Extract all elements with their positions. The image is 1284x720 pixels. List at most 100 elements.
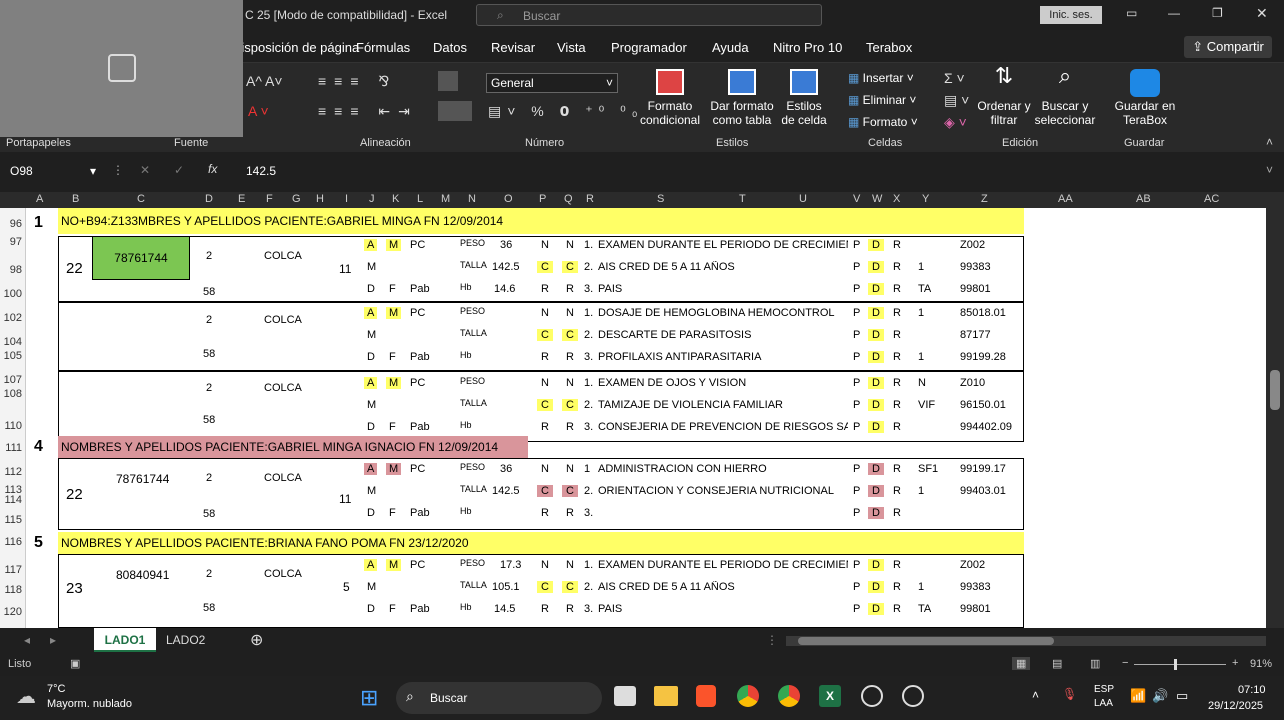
col-w[interactable]: D <box>868 351 884 363</box>
col-ac[interactable]: AC <box>1204 193 1219 205</box>
label-amd[interactable]: D <box>364 421 378 433</box>
col-x[interactable]: R <box>893 485 901 497</box>
sort-filter-button[interactable]: ⇅ Ordenar y filtrar <box>976 65 1032 128</box>
hb-value[interactable]: 14.6 <box>494 283 515 295</box>
col-z[interactable]: 85018.01 <box>960 307 1006 319</box>
col-z[interactable]: 99383 <box>960 581 991 593</box>
col-h[interactable]: H <box>316 193 324 205</box>
col-v[interactable]: P <box>853 399 860 411</box>
sheet-tab-lado2[interactable]: LADO2 <box>166 633 205 647</box>
insert-button[interactable]: ▦ Insertar ˅ <box>848 67 918 89</box>
col-v[interactable]: P <box>853 485 860 497</box>
normal-view-icon[interactable]: ▦ <box>1012 657 1031 670</box>
status-n[interactable]: N <box>562 239 578 251</box>
label-mf[interactable]: M <box>386 307 402 319</box>
wifi-icon[interactable]: 📶 <box>1130 688 1146 704</box>
col-r[interactable]: R <box>586 193 594 205</box>
item-description[interactable]: CONSEJERIA DE PREVENCION DE RIESGOS SALU… <box>598 421 848 433</box>
tab-nitro[interactable]: Nitro Pro 10 <box>773 40 842 55</box>
status-n[interactable]: C <box>537 581 553 593</box>
label-mf[interactable]: F <box>386 283 399 295</box>
item-number[interactable]: 3. <box>584 507 593 519</box>
col-o[interactable]: O <box>504 193 513 205</box>
col-v[interactable]: P <box>853 603 860 615</box>
status-n[interactable]: C <box>562 485 578 497</box>
task-view-icon[interactable] <box>614 686 636 706</box>
vertical-scrollbar[interactable] <box>1266 208 1284 628</box>
status-n[interactable]: R <box>537 603 553 615</box>
col-j[interactable]: J <box>369 193 375 205</box>
item-description[interactable]: EXAMEN DURANTE EL PERIODO DE CRECIMIENTO <box>598 239 848 251</box>
tab-datos[interactable]: Datos <box>433 40 467 55</box>
tab-programador[interactable]: Programador <box>611 40 687 55</box>
align-top-icons[interactable]: ≡≡≡ ⅋ <box>318 73 397 90</box>
col-z[interactable]: 99403.01 <box>960 485 1006 497</box>
place[interactable]: COLCA <box>264 472 302 484</box>
tab-terabox[interactable]: Terabox <box>866 40 912 55</box>
lang-2[interactable]: LAA <box>1094 698 1113 709</box>
status-n[interactable]: R <box>537 351 553 363</box>
col-x[interactable]: R <box>893 307 901 319</box>
status-n[interactable]: N <box>537 239 553 251</box>
col-x[interactable]: R <box>893 421 901 433</box>
col-y[interactable]: 1 <box>918 307 924 319</box>
col-w[interactable]: D <box>868 239 884 251</box>
status-n[interactable]: N <box>562 559 578 571</box>
col-v[interactable]: P <box>853 351 860 363</box>
label-amd[interactable]: A <box>364 463 378 475</box>
status-n[interactable]: N <box>537 307 553 319</box>
status-n[interactable]: C <box>562 329 578 341</box>
tab-ayuda[interactable]: Ayuda <box>712 40 749 55</box>
row-number[interactable]: 110 <box>0 420 22 432</box>
label-pc[interactable]: Pab <box>410 603 430 615</box>
item-number[interactable]: 1. <box>584 307 593 319</box>
code-58[interactable]: 58 <box>203 286 215 298</box>
col-w[interactable]: D <box>868 307 884 319</box>
label-amd[interactable]: D <box>364 603 378 615</box>
row-number[interactable]: 116 <box>0 536 22 548</box>
zoom-out-icon[interactable]: − <box>1122 657 1128 669</box>
col-x[interactable]: R <box>893 581 901 593</box>
col-c[interactable]: C <box>137 193 145 205</box>
status-n[interactable]: R <box>537 283 553 295</box>
peso-value[interactable]: 36 <box>500 239 512 251</box>
status-n[interactable]: C <box>562 399 578 411</box>
delete-button[interactable]: ▦ Eliminar ˅ <box>848 89 918 111</box>
label-amd[interactable]: M <box>364 399 379 411</box>
hscroll-thumb[interactable] <box>798 637 1054 645</box>
tab-disposicion[interactable]: Disposición de página <box>232 40 359 55</box>
col-v[interactable]: P <box>853 261 860 273</box>
label-pc[interactable]: Pab <box>410 283 430 295</box>
col-y[interactable]: 1 <box>918 261 924 273</box>
row-number[interactable]: 118 <box>0 584 22 596</box>
col-z[interactable]: 99383 <box>960 261 991 273</box>
col-w[interactable]: D <box>868 603 884 615</box>
label-amd[interactable]: A <box>364 307 378 319</box>
label-pc[interactable]: PC <box>410 307 425 319</box>
col-y[interactable]: TA <box>918 603 931 615</box>
maximize-icon[interactable]: ❐ <box>1212 6 1223 20</box>
horizontal-scrollbar[interactable] <box>786 636 1266 646</box>
close-icon[interactable]: ✕ <box>1256 5 1268 22</box>
tab-revisar[interactable]: Revisar <box>491 40 535 55</box>
col-z[interactable]: 99199.28 <box>960 351 1006 363</box>
peso-value[interactable]: 36 <box>500 463 512 475</box>
row-number[interactable]: 120 <box>0 606 22 618</box>
col-x[interactable]: R <box>893 559 901 571</box>
col-v[interactable]: P <box>853 377 860 389</box>
col-z[interactable]: Z002 <box>960 239 985 251</box>
status-n[interactable]: R <box>562 421 578 433</box>
label-amd[interactable]: D <box>364 283 378 295</box>
page-layout-icon[interactable]: ▤ <box>1052 657 1062 670</box>
col-w[interactable]: D <box>868 283 884 295</box>
talla-value[interactable]: 105.1 <box>492 581 520 593</box>
label-mf[interactable]: F <box>386 507 399 519</box>
align-left-icons[interactable]: ≡≡≡ ⇤⇥ <box>318 103 418 120</box>
col-v[interactable]: P <box>853 421 860 433</box>
col-v[interactable]: P <box>853 239 860 251</box>
zoom-in-icon[interactable]: + <box>1232 657 1238 669</box>
status-n[interactable]: R <box>537 421 553 433</box>
sheet-tab-lado1[interactable]: LADO1 <box>94 628 156 652</box>
status-n[interactable]: R <box>537 507 553 519</box>
label-amd[interactable]: A <box>364 559 378 571</box>
